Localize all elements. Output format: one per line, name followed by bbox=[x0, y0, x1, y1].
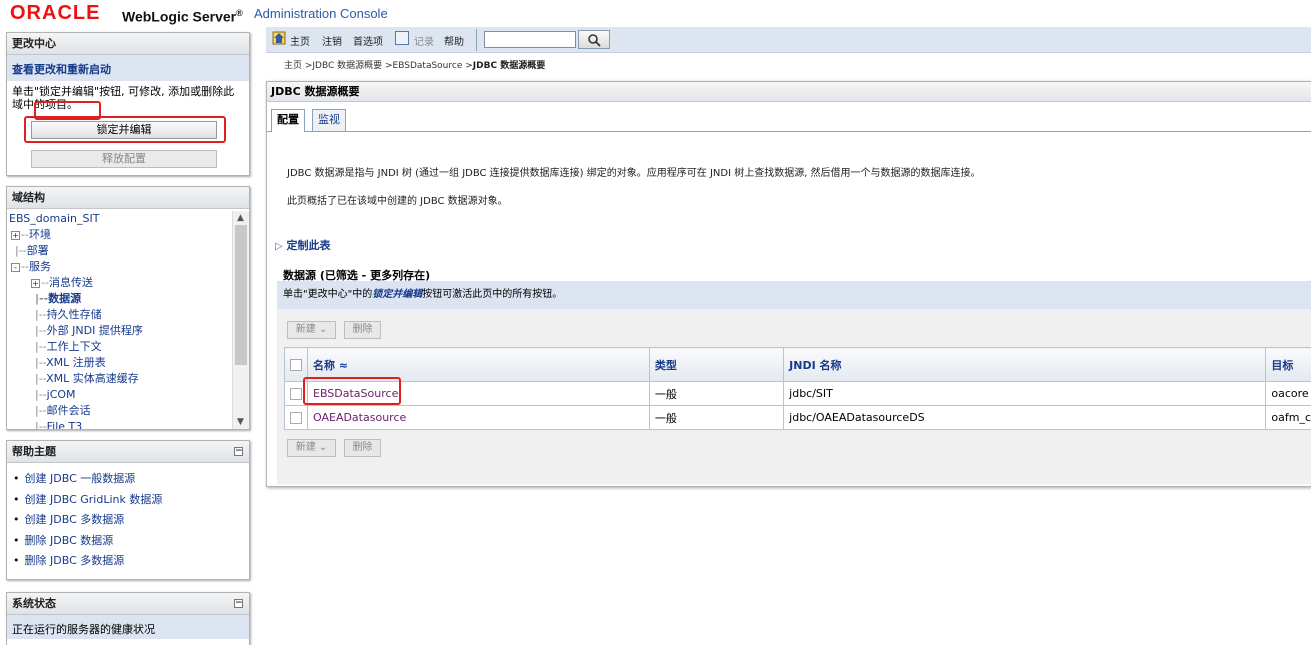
preferences-link[interactable]: 首选项 bbox=[353, 33, 383, 48]
domain-structure-title: 域结构 bbox=[7, 187, 249, 209]
tree-item-foreign-jndi[interactable]: |--外部 JNDI 提供程序 bbox=[35, 323, 143, 339]
row-checkbox[interactable] bbox=[290, 412, 302, 424]
help-link[interactable]: 帮助 bbox=[444, 33, 464, 48]
lock-edit-hint: 单击"更改中心"中的锁定并编辑按钮可激活此页中的所有按钮。 bbox=[277, 281, 1311, 309]
row-select-cell[interactable] bbox=[284, 405, 308, 430]
table-row: EBSDataSource 一般 jdbc/SIT oacore bbox=[284, 381, 1311, 406]
expand-icon[interactable]: + bbox=[11, 231, 20, 240]
target-cell: oacore bbox=[1265, 381, 1311, 406]
collapse-icon[interactable]: − bbox=[234, 447, 243, 456]
ebs-datasource-highlight bbox=[303, 377, 401, 405]
help-topics-list: 创建 JDBC 一般数据源 创建 JDBC GridLink 数据源 创建 JD… bbox=[7, 463, 249, 578]
toolbar-divider bbox=[476, 29, 477, 51]
column-header-targets[interactable]: 目标 bbox=[1265, 347, 1311, 382]
target-cell: oafm_c bbox=[1265, 405, 1311, 430]
jndi-cell: jdbc/SIT bbox=[783, 381, 1267, 406]
scrollbar-thumb[interactable] bbox=[235, 225, 247, 365]
home-link[interactable]: 主页 bbox=[290, 33, 310, 48]
expand-icon[interactable]: + bbox=[31, 279, 40, 288]
help-link-create-generic[interactable]: 创建 JDBC 一般数据源 bbox=[13, 469, 243, 490]
help-topics-title: 帮助主题 − bbox=[7, 441, 249, 463]
tree-item-xml-entity-caches[interactable]: |--XML 实体高速缓存 bbox=[35, 371, 139, 387]
record-icon[interactable] bbox=[395, 31, 409, 45]
main-content-panel: JDBC 数据源概要 配置 监视 JDBC 数据源是指与 JNDI 树 (通过一… bbox=[266, 81, 1311, 487]
row-checkbox[interactable] bbox=[290, 388, 302, 400]
top-toolbar: 主页 注销 首选项 记录 帮助 bbox=[266, 27, 1311, 53]
tree-item-work-contexts[interactable]: |--工作上下文 bbox=[35, 339, 102, 355]
tree-item-messaging[interactable]: + --消息传送 bbox=[31, 275, 93, 291]
description-text: JDBC 数据源是指与 JNDI 树 (通过一组 JDBC 连接提供数据库连接)… bbox=[287, 168, 981, 179]
breadcrumb-path[interactable]: 主页 >JDBC 数据源概要 >EBSDataSource > bbox=[284, 61, 473, 71]
search-button[interactable] bbox=[578, 30, 610, 49]
tree-item-environment[interactable]: + --环境 bbox=[11, 227, 51, 243]
system-status-panel: 系统状态 − 正在运行的服务器的健康状况 bbox=[6, 592, 250, 645]
scroll-down-icon[interactable]: ▼ bbox=[237, 417, 244, 427]
jndi-cell: jdbc/OAEADatasourceDS bbox=[783, 405, 1267, 430]
select-all-checkbox[interactable] bbox=[290, 359, 302, 371]
delete-button: 删除 bbox=[344, 321, 381, 339]
type-cell: 一般 bbox=[648, 381, 785, 406]
column-header-jndi[interactable]: JNDI 名称 bbox=[783, 347, 1267, 382]
table-row: OAEADatasource 一般 jdbc/OAEADatasourceDS … bbox=[284, 405, 1311, 430]
tree-item-deployments[interactable]: |--部署 bbox=[15, 243, 49, 259]
system-status-title: 系统状态 − bbox=[7, 593, 249, 615]
breadcrumb: 主页 >JDBC 数据源概要 >EBSDataSource >JDBC 数据源概… bbox=[284, 58, 545, 71]
customize-table-link[interactable]: ▷ 定制此表 bbox=[275, 237, 331, 253]
tree-root-domain[interactable]: EBS_domain_SIT bbox=[9, 211, 99, 227]
home-icon[interactable] bbox=[272, 31, 286, 45]
sort-icon[interactable]: ≈ bbox=[339, 359, 348, 372]
record-link: 记录 bbox=[414, 37, 434, 48]
tab-bar: 配置 监视 bbox=[267, 104, 1311, 132]
datasources-table-area: 新建 ⌄ 删除 名称 ≈ 类型 JNDI 名称 目标 EBSDataSource… bbox=[277, 309, 1311, 484]
search-icon bbox=[588, 34, 601, 47]
tree-item-mail-sessions[interactable]: |--邮件会话 bbox=[35, 403, 91, 419]
data-sources-highlight bbox=[34, 101, 101, 120]
new-button-bottom: 新建 ⌄ bbox=[287, 439, 336, 457]
change-center-title: 更改中心 bbox=[7, 33, 249, 55]
new-button: 新建 ⌄ bbox=[287, 321, 336, 339]
oracle-logo: ORACLE bbox=[10, 2, 101, 24]
help-topics-panel: 帮助主题 − 创建 JDBC 一般数据源 创建 JDBC GridLink 数据… bbox=[6, 440, 250, 580]
tab-monitoring[interactable]: 监视 bbox=[312, 109, 346, 131]
search-input[interactable] bbox=[484, 31, 576, 48]
tree-item-file-t3[interactable]: |--File T3 bbox=[35, 419, 82, 429]
console-header: ORACLE WebLogic Server® Administration C… bbox=[0, 0, 1311, 25]
tab-configuration[interactable]: 配置 bbox=[271, 109, 305, 132]
help-link-delete-datasource[interactable]: 删除 JDBC 数据源 bbox=[13, 531, 243, 552]
tree-item-jcom[interactable]: |--jCOM bbox=[35, 387, 76, 403]
datasource-link[interactable]: OAEADatasource bbox=[313, 411, 406, 424]
description-summary: 此页概括了已在该域中创建的 JDBC 数据源对象。 bbox=[287, 196, 508, 207]
collapse-icon[interactable]: − bbox=[234, 599, 243, 608]
type-cell: 一般 bbox=[648, 405, 785, 430]
lock-button-highlight bbox=[24, 116, 226, 143]
logout-link[interactable]: 注销 bbox=[322, 33, 342, 48]
name-cell: OAEADatasource bbox=[307, 405, 650, 430]
help-link-create-multi[interactable]: 创建 JDBC 多数据源 bbox=[13, 510, 243, 531]
tree-scrollbar[interactable]: ▲ ▼ bbox=[232, 211, 249, 429]
domain-tree: EBS_domain_SIT + --环境 |--部署 - --服务 + --消息传送… bbox=[7, 211, 233, 429]
collapse-icon[interactable]: - bbox=[11, 263, 20, 272]
view-changes-link[interactable]: 查看更改和重新启动 bbox=[7, 55, 249, 81]
tree-item-xml-registries[interactable]: |--XML 注册表 bbox=[35, 355, 106, 371]
chevron-down-icon: ⌄ bbox=[318, 442, 328, 453]
page-title: JDBC 数据源概要 bbox=[267, 82, 1311, 102]
delete-button-bottom: 删除 bbox=[344, 439, 381, 457]
help-link-create-gridlink[interactable]: 创建 JDBC GridLink 数据源 bbox=[13, 490, 243, 511]
help-link-delete-multi[interactable]: 删除 JDBC 多数据源 bbox=[13, 551, 243, 572]
breadcrumb-current: JDBC 数据源概要 bbox=[472, 61, 546, 71]
domain-structure-panel: 域结构 EBS_domain_SIT + --环境 |--部署 - --服务 + --… bbox=[6, 186, 250, 430]
product-subtitle: Administration Console bbox=[254, 6, 388, 21]
column-header-type[interactable]: 类型 bbox=[648, 347, 785, 382]
product-name: WebLogic Server® bbox=[122, 8, 243, 25]
expand-triangle-icon: ▷ bbox=[275, 241, 283, 252]
chevron-down-icon: ⌄ bbox=[318, 324, 328, 335]
datasources-table: 名称 ≈ 类型 JNDI 名称 目标 EBSDataSource 一般 jdbc… bbox=[284, 347, 1311, 430]
tree-item-data-sources[interactable]: |--数据源 bbox=[35, 291, 81, 307]
scroll-up-icon[interactable]: ▲ bbox=[237, 213, 244, 223]
tree-item-persistent-stores[interactable]: |--持久性存储 bbox=[35, 307, 102, 323]
server-health-label: 正在运行的服务器的健康状况 bbox=[7, 615, 249, 639]
tree-item-services[interactable]: - --服务 bbox=[11, 259, 51, 275]
table-header-row: 名称 ≈ 类型 JNDI 名称 目标 bbox=[284, 347, 1311, 382]
release-configuration-button: 释放配置 bbox=[31, 150, 217, 168]
